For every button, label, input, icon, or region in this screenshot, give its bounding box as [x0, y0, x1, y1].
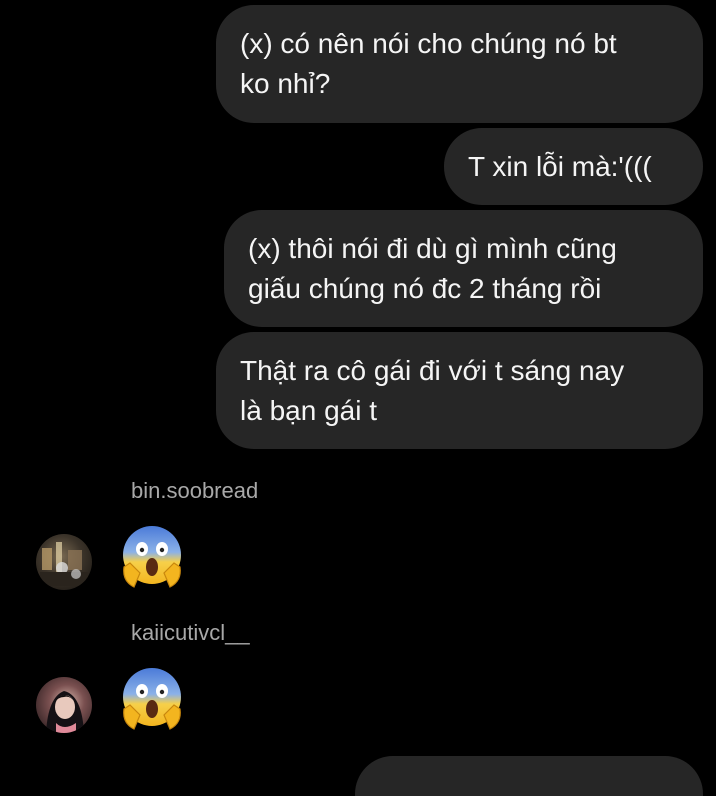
face-screaming-in-fear-icon[interactable]	[118, 523, 186, 591]
sender-username: bin.soobread	[131, 478, 259, 503]
outgoing-message-bubble[interactable]: Thật ra cô gái đi với t sáng nay là bạn …	[216, 332, 703, 449]
sender-username: kaiicutivcl__	[131, 620, 250, 645]
face-screaming-in-fear-icon[interactable]	[118, 665, 186, 733]
avatar-photo-icon	[40, 542, 88, 586]
outgoing-message-bubble[interactable]: T xin lỗi mà:'(((	[444, 128, 703, 205]
avatar[interactable]	[36, 534, 92, 590]
avatar[interactable]	[36, 677, 92, 733]
avatar-photo-icon	[46, 691, 84, 733]
outgoing-message-bubble[interactable]: (x) có nên nói cho chúng nó bt ko nhỉ?	[216, 5, 703, 123]
outgoing-message-bubble-partial[interactable]	[355, 756, 703, 796]
outgoing-message-bubble[interactable]: (x) thôi nói đi dù gì mình cũng giấu chú…	[224, 210, 703, 327]
